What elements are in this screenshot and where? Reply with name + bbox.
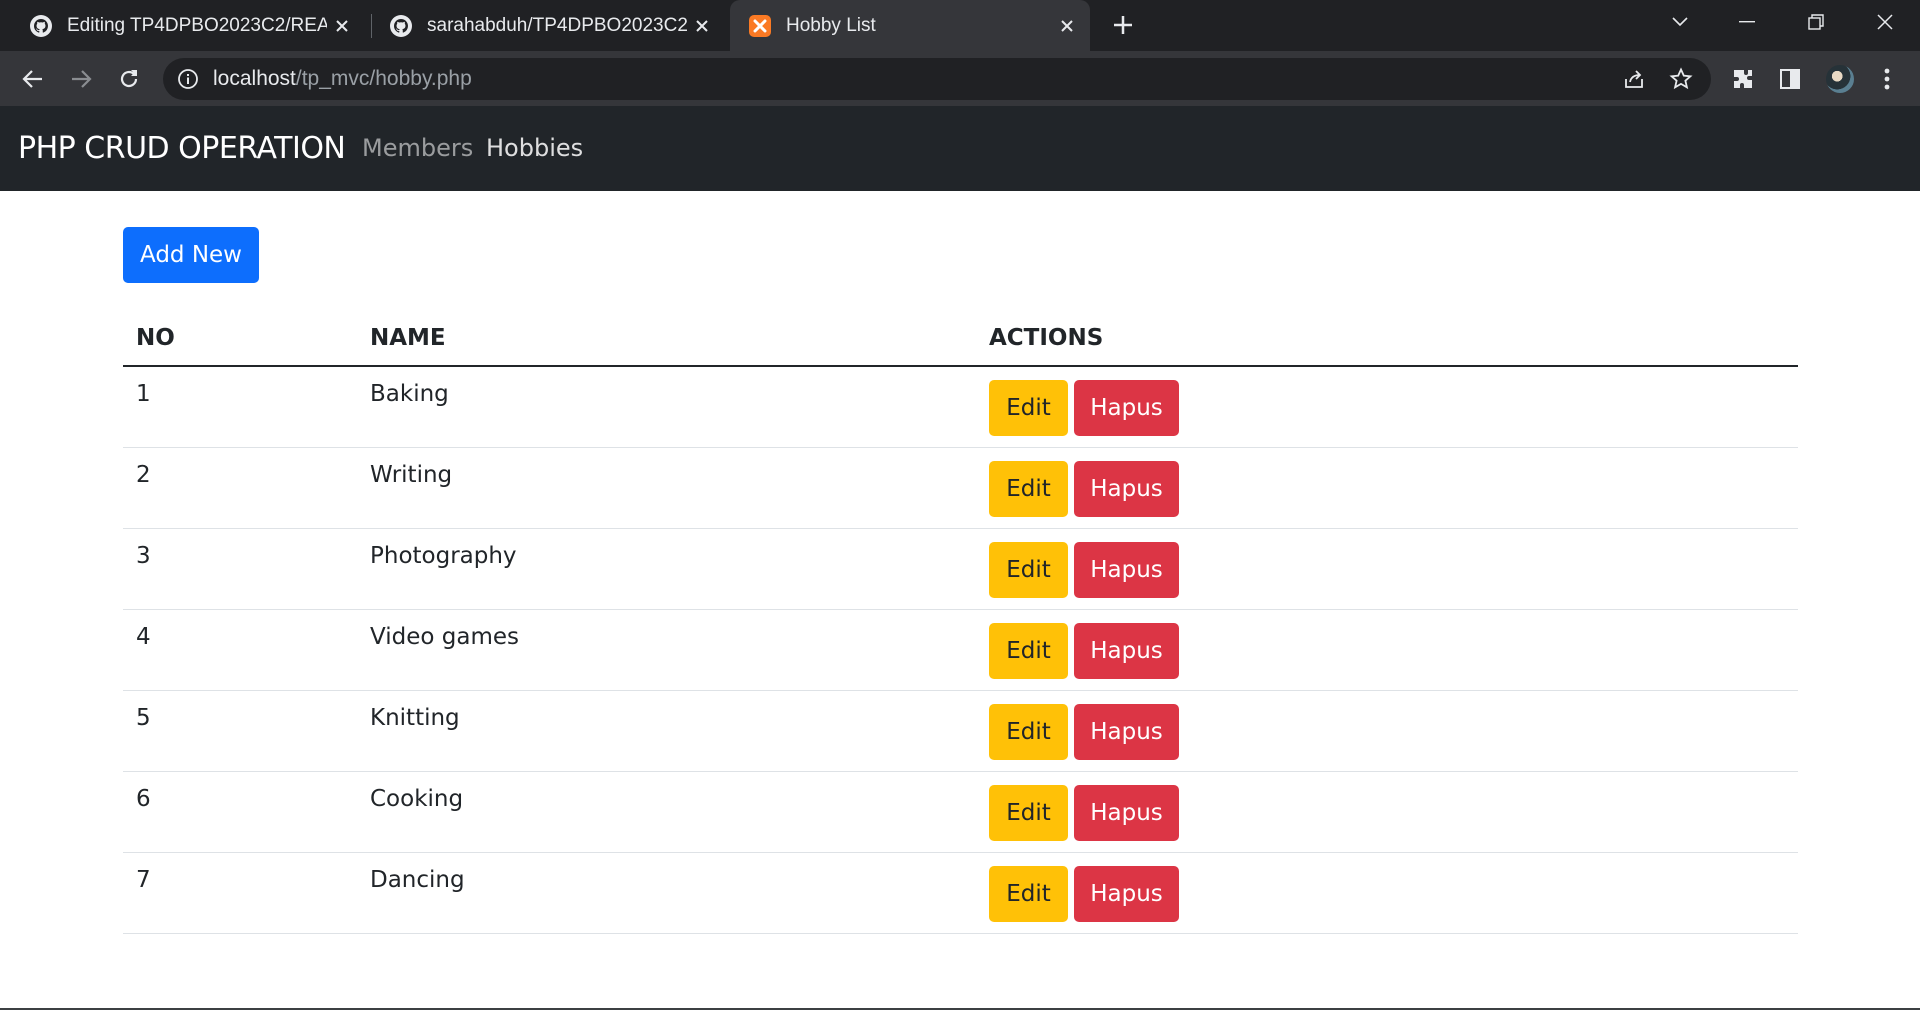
browser-toolbar: localhost/tp_mvc/hobby.php (0, 51, 1920, 106)
brand-title[interactable]: PHP CRUD OPERATION (18, 106, 346, 191)
hobby-name: Photography (370, 543, 517, 569)
table-row: 3 Photography Edit Hapus (123, 529, 1798, 610)
row-number: 7 (136, 867, 151, 893)
table-row: 6 Cooking Edit Hapus (123, 772, 1798, 853)
edit-button[interactable]: Edit (989, 542, 1068, 598)
bookmark-star-icon[interactable] (1667, 65, 1695, 93)
nav-link-members[interactable]: Members (362, 106, 473, 191)
delete-button[interactable]: Hapus (1074, 461, 1179, 517)
close-window-icon[interactable] (1850, 0, 1920, 44)
new-tab-button[interactable] (1106, 8, 1140, 42)
column-header-no: NO (136, 325, 175, 351)
browser-tab-bar: Editing TP4DPBO2023C2/READM sarahabduh/T… (0, 0, 1920, 51)
delete-button[interactable]: Hapus (1074, 866, 1179, 922)
column-header-name: NAME (370, 325, 446, 351)
edit-button[interactable]: Edit (989, 461, 1068, 517)
tab-title: Editing TP4DPBO2023C2/READM (67, 14, 327, 36)
profile-avatar[interactable] (1824, 63, 1856, 95)
edit-button[interactable]: Edit (989, 785, 1068, 841)
site-info-icon[interactable] (177, 68, 199, 90)
more-menu-icon[interactable] (1871, 63, 1903, 95)
add-new-button[interactable]: Add New (123, 227, 259, 283)
extensions-icon[interactable] (1727, 63, 1759, 95)
edit-button[interactable]: Edit (989, 704, 1068, 760)
minimize-icon[interactable] (1712, 0, 1782, 44)
reload-icon[interactable] (109, 59, 149, 99)
table-row: 2 Writing Edit Hapus (123, 448, 1798, 529)
hobby-name: Writing (370, 462, 453, 488)
delete-button[interactable]: Hapus (1074, 542, 1179, 598)
row-number: 6 (136, 786, 151, 812)
row-number: 5 (136, 705, 151, 731)
browser-tab-hobby-list[interactable]: Hobby List (730, 0, 1090, 51)
table-row: 5 Knitting Edit Hapus (123, 691, 1798, 772)
row-number: 2 (136, 462, 151, 488)
hobby-name: Dancing (370, 867, 465, 893)
browser-tab-repo[interactable]: sarahabduh/TP4DPBO2023C2 (360, 0, 725, 51)
xampp-icon (748, 14, 772, 38)
table-row: 1 Baking Edit Hapus (123, 367, 1798, 448)
forward-icon[interactable] (61, 59, 101, 99)
url-path: /tp_mvc/hobby.php (295, 67, 472, 90)
tab-search-icon[interactable] (1645, 0, 1715, 44)
close-tab-icon[interactable] (1052, 11, 1082, 41)
hobby-name: Knitting (370, 705, 460, 731)
back-icon[interactable] (13, 59, 53, 99)
edit-button[interactable]: Edit (989, 623, 1068, 679)
restore-icon[interactable] (1781, 0, 1851, 44)
github-icon (29, 14, 53, 38)
hobby-table: NO NAME ACTIONS 1 Baking Edit Hapus 2 Wr… (123, 308, 1798, 934)
row-number: 3 (136, 543, 151, 569)
site-navbar: PHP CRUD OPERATION Members Hobbies (0, 106, 1920, 191)
share-icon[interactable] (1620, 65, 1648, 93)
table-row: 7 Dancing Edit Hapus (123, 853, 1798, 934)
close-tab-icon[interactable] (327, 11, 357, 41)
browser-tab-readme[interactable]: Editing TP4DPBO2023C2/READM (0, 0, 365, 51)
hobby-name: Baking (370, 381, 449, 407)
tab-title: sarahabduh/TP4DPBO2023C2 (427, 14, 687, 36)
close-tab-icon[interactable] (687, 11, 717, 41)
delete-button[interactable]: Hapus (1074, 623, 1179, 679)
hobby-name: Cooking (370, 786, 464, 812)
delete-button[interactable]: Hapus (1074, 704, 1179, 760)
side-panel-icon[interactable] (1774, 63, 1806, 95)
row-number: 1 (136, 381, 151, 407)
table-header: NO NAME ACTIONS (123, 308, 1798, 367)
edit-button[interactable]: Edit (989, 380, 1068, 436)
table-row: 4 Video games Edit Hapus (123, 610, 1798, 691)
hobby-name: Video games (370, 624, 519, 650)
edit-button[interactable]: Edit (989, 866, 1068, 922)
url-host: localhost (213, 67, 296, 90)
nav-link-hobbies[interactable]: Hobbies (486, 106, 583, 191)
row-number: 4 (136, 624, 151, 650)
url-text[interactable]: localhost/tp_mvc/hobby.php (213, 58, 472, 100)
column-header-actions: ACTIONS (989, 325, 1104, 351)
delete-button[interactable]: Hapus (1074, 785, 1179, 841)
delete-button[interactable]: Hapus (1074, 380, 1179, 436)
github-icon (389, 14, 413, 38)
address-bar[interactable]: localhost/tp_mvc/hobby.php (163, 58, 1711, 100)
tab-title: Hobby List (786, 14, 876, 36)
